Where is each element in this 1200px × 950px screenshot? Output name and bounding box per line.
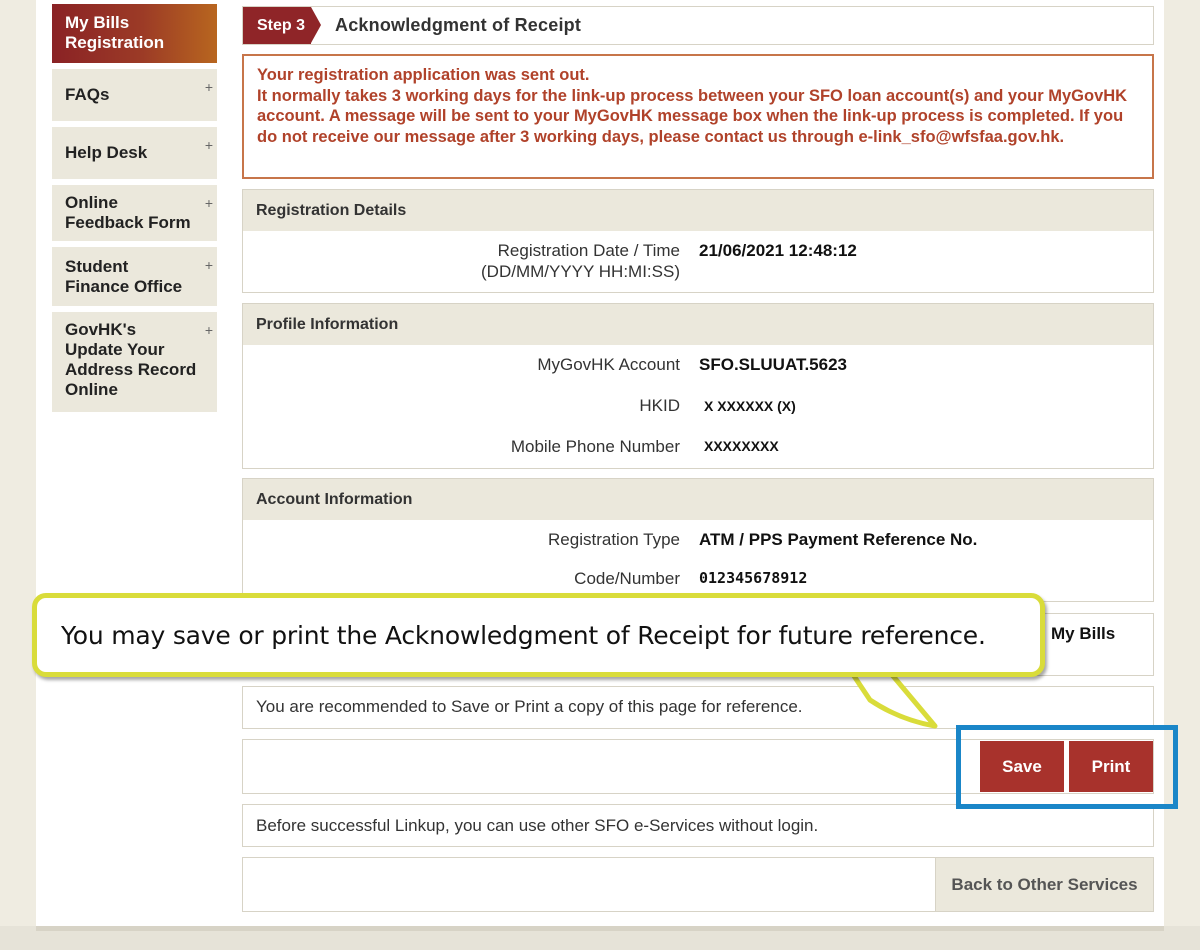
recommend-message: You are recommended to Save or Print a c… xyxy=(242,686,1154,729)
mobile-phone-value: XXXXXXXX xyxy=(704,438,779,454)
panel-heading: Account Information xyxy=(243,479,1153,520)
profile-row: HKID X XXXXXX (X) xyxy=(243,385,1153,425)
back-row: Back to Other Services xyxy=(242,857,1154,912)
save-button[interactable]: Save xyxy=(980,741,1064,792)
mygovhk-account-value: SFO.SLUUAT.5623 xyxy=(699,355,848,374)
status-notice: Your registration application was sent o… xyxy=(242,54,1154,179)
registration-details-panel: Registration Details Registration Date /… xyxy=(242,189,1154,293)
step-header: Step 3 Acknowledgment of Receipt xyxy=(242,6,1154,45)
code-number-label: Code/Number xyxy=(574,569,680,588)
expand-icon: + xyxy=(204,79,213,95)
expand-icon: + xyxy=(204,322,213,338)
callout-text: You may save or print the Acknowledgment… xyxy=(61,620,986,650)
sidebar-item-label: GovHK's Update Your Address Record Onlin… xyxy=(65,320,197,399)
back-to-other-services-button[interactable]: Back to Other Services xyxy=(935,858,1153,911)
sidebar-item-label: Online Feedback Form xyxy=(65,193,191,232)
expand-icon: + xyxy=(204,257,213,273)
sidebar-item-label: My Bills Registration xyxy=(65,13,165,52)
page-footer-shade xyxy=(0,926,1200,950)
profile-information-panel: Profile Information MyGovHK Account SFO.… xyxy=(242,303,1154,469)
registration-type-label: Registration Type xyxy=(548,530,680,549)
expand-icon: + xyxy=(204,137,213,153)
hkid-value: X XXXXXX (X) xyxy=(704,398,796,414)
registration-type-value: ATM / PPS Payment Reference No. xyxy=(699,530,978,549)
mobile-phone-label: Mobile Phone Number xyxy=(510,437,680,456)
registration-date-value: 21/06/2021 12:48:12 xyxy=(699,241,857,260)
sidebar-item-online-feedback-form[interactable]: Online Feedback Form + xyxy=(52,185,217,241)
callout-pointer xyxy=(847,670,938,729)
sidebar-item-label: Student Finance Office xyxy=(65,257,183,296)
notice-line-2: It normally takes 3 working days for the… xyxy=(257,86,1128,146)
expand-icon: + xyxy=(204,195,213,211)
account-row: Registration Type ATM / PPS Payment Refe… xyxy=(243,520,1153,560)
print-button[interactable]: Print xyxy=(1069,741,1153,792)
step-badge: Step 3 xyxy=(243,7,321,44)
registration-date-label: Registration Date / Time (DD/MM/YYYY HH:… xyxy=(481,241,680,281)
code-number-value: 012345678912 xyxy=(699,569,808,587)
mygovhk-account-label: MyGovHK Account xyxy=(537,355,680,374)
account-information-panel: Account Information Registration Type AT… xyxy=(242,478,1154,602)
notice-line-1: Your registration application was sent o… xyxy=(257,66,590,84)
sidebar-item-govhk-update-address[interactable]: GovHK's Update Your Address Record Onlin… xyxy=(52,312,217,412)
sidebar-item-faqs[interactable]: FAQs + xyxy=(52,69,217,121)
sidebar: My Bills Registration FAQs + Help Desk +… xyxy=(52,4,217,418)
my-bills-value: My Bills xyxy=(1051,624,1116,643)
panel-heading: Registration Details xyxy=(243,190,1153,231)
profile-row: Mobile Phone Number XXXXXXXX xyxy=(243,425,1153,465)
sidebar-item-student-finance-office[interactable]: Student Finance Office + xyxy=(52,247,217,306)
profile-row: MyGovHK Account SFO.SLUUAT.5623 xyxy=(243,345,1153,385)
info-message: Before successful Linkup, you can use ot… xyxy=(242,804,1154,847)
sidebar-item-my-bills-registration[interactable]: My Bills Registration xyxy=(52,4,217,63)
sidebar-item-label: FAQs xyxy=(65,85,110,104)
panel-heading: Profile Information xyxy=(243,304,1153,345)
page-title: Acknowledgment of Receipt xyxy=(335,15,582,35)
tutorial-callout: You may save or print the Acknowledgment… xyxy=(32,593,1045,677)
sidebar-item-help-desk[interactable]: Help Desk + xyxy=(52,127,217,179)
hkid-label: HKID xyxy=(639,396,680,415)
sidebar-item-label: Help Desk xyxy=(65,143,148,162)
